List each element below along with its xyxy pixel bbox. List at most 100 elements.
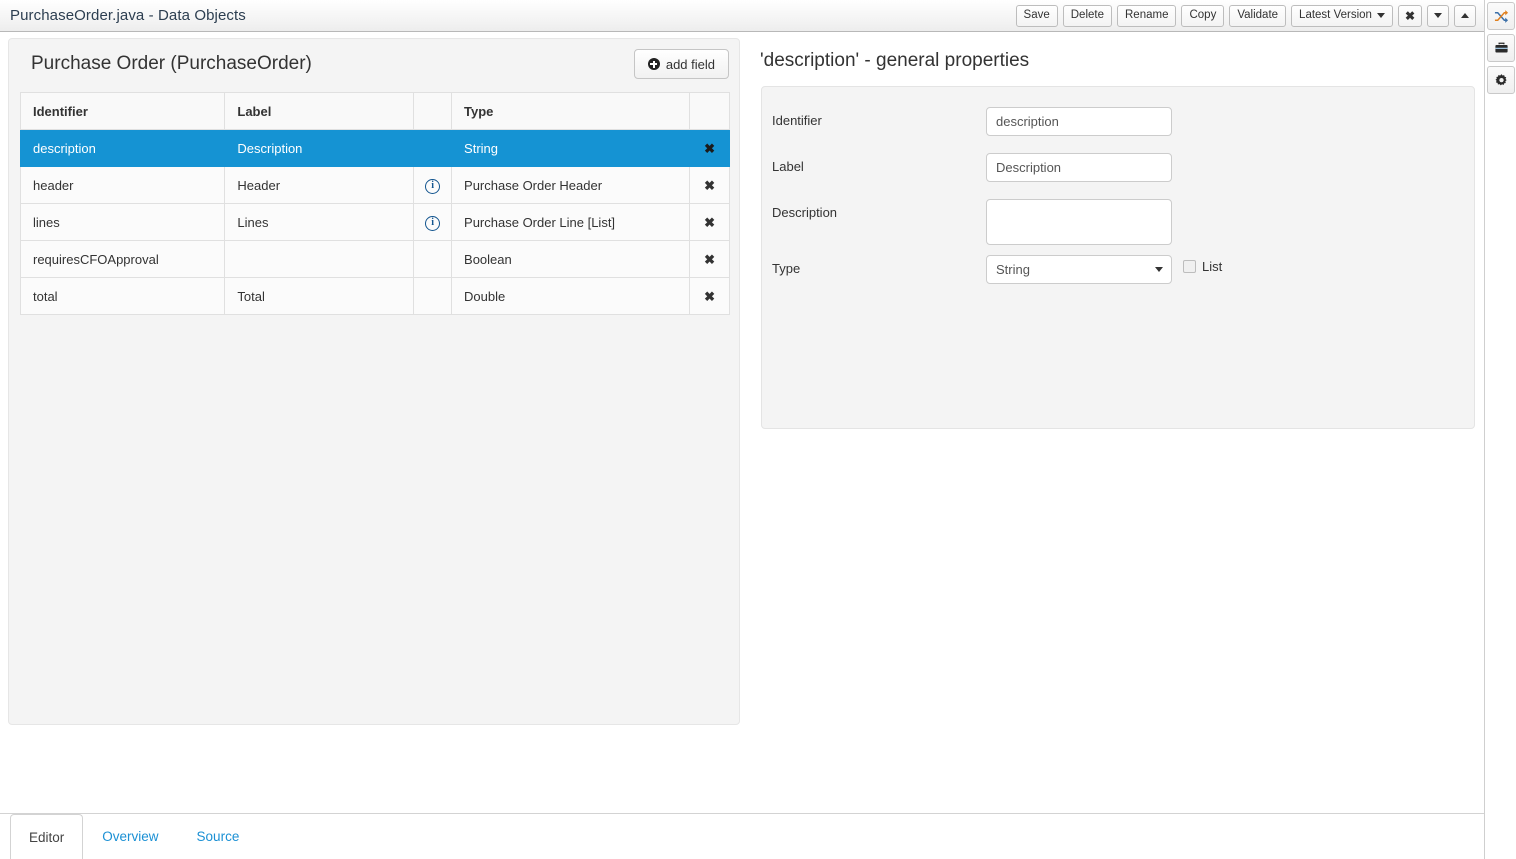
collapse-button[interactable]	[1454, 5, 1476, 27]
table-header-row: Identifier Label Type	[21, 93, 730, 130]
version-dropdown-label: Latest Version	[1299, 10, 1372, 22]
page-title: Purchase Order (PurchaseOrder)	[31, 53, 312, 75]
cell-type: String	[452, 130, 690, 167]
type-select-wrapper: String	[986, 255, 1172, 284]
plus-circle-icon	[648, 58, 660, 70]
label-label: Label	[762, 153, 986, 174]
cell-label: Header	[225, 167, 414, 204]
cell-label: Description	[225, 130, 414, 167]
fields-table: Identifier Label Type descriptionDescrip…	[20, 92, 730, 315]
description-textarea[interactable]	[986, 199, 1172, 245]
window-title: PurchaseOrder.java - Data Objects	[10, 7, 246, 24]
bottom-tab-bar: Editor Overview Source	[0, 813, 1484, 859]
table-row[interactable]: requiresCFOApproval Boolean ✖	[21, 241, 730, 278]
cell-actions: ✖	[690, 241, 730, 278]
table-row[interactable]: totalTotal Double ✖	[21, 278, 730, 315]
shuffle-panel-button[interactable]	[1487, 2, 1515, 30]
cell-actions: ✖	[690, 204, 730, 241]
toolbox-panel-button[interactable]	[1487, 34, 1515, 62]
cell-actions: ✖	[690, 130, 730, 167]
label-input[interactable]	[986, 153, 1172, 182]
chevron-up-icon	[1461, 13, 1469, 18]
tab-editor[interactable]: Editor	[10, 814, 83, 859]
fields-panel-header: Purchase Order (PurchaseOrder) add field	[9, 39, 739, 95]
description-label: Description	[762, 199, 986, 220]
list-checkbox-label: List	[1202, 259, 1222, 274]
save-button[interactable]: Save	[1016, 5, 1058, 27]
cell-label	[225, 241, 414, 278]
cell-actions: ✖	[690, 167, 730, 204]
column-header-info	[414, 93, 452, 130]
general-properties-box: Identifier Label Description Type String	[761, 86, 1475, 429]
version-dropdown[interactable]: Latest Version	[1291, 5, 1393, 27]
table-row[interactable]: linesLinesi Purchase Order Line [List] ✖	[21, 204, 730, 241]
cell-info	[414, 241, 452, 278]
close-button[interactable]: ✖	[1398, 5, 1422, 27]
identifier-row: Identifier	[762, 107, 1474, 136]
description-row: Description	[762, 199, 1474, 245]
identifier-input[interactable]	[986, 107, 1172, 136]
identifier-label: Identifier	[762, 107, 986, 128]
properties-panel: 'description' - general properties Ident…	[752, 38, 1476, 727]
right-icon-rail	[1484, 0, 1516, 859]
list-checkbox-group: List	[1183, 255, 1222, 274]
type-select[interactable]: String	[986, 255, 1172, 284]
label-row: Label	[762, 153, 1474, 182]
delete-field-icon[interactable]: ✖	[704, 253, 715, 266]
column-header-actions	[690, 93, 730, 130]
cell-label: Lines	[225, 204, 414, 241]
properties-title: 'description' - general properties	[760, 50, 1029, 72]
cell-info: i	[414, 204, 452, 241]
cell-actions: ✖	[690, 278, 730, 315]
more-dropdown-button[interactable]	[1427, 5, 1449, 27]
cell-label: Total	[225, 278, 414, 315]
cell-info	[414, 130, 452, 167]
delete-field-icon[interactable]: ✖	[704, 290, 715, 303]
cell-type: Purchase Order Header	[452, 167, 690, 204]
add-field-button[interactable]: add field	[634, 49, 729, 79]
editor-content-area: Purchase Order (PurchaseOrder) add field…	[0, 33, 1484, 813]
shuffle-icon	[1494, 9, 1509, 24]
delete-field-icon[interactable]: ✖	[704, 142, 715, 155]
delete-field-icon[interactable]: ✖	[704, 179, 715, 192]
table-row[interactable]: descriptionDescription String ✖	[21, 130, 730, 167]
data-objects-editor-window: PurchaseOrder.java - Data Objects Save D…	[0, 0, 1516, 859]
rename-button[interactable]: Rename	[1117, 5, 1176, 27]
info-icon[interactable]: i	[425, 179, 440, 194]
copy-button[interactable]: Copy	[1181, 5, 1224, 27]
delete-button[interactable]: Delete	[1063, 5, 1112, 27]
cell-identifier: description	[21, 130, 225, 167]
tab-overview[interactable]: Overview	[83, 813, 177, 859]
title-bar-toolbar: Save Delete Rename Copy Validate Latest …	[1016, 5, 1484, 27]
cell-identifier: header	[21, 167, 225, 204]
column-header-label: Label	[225, 93, 414, 130]
cell-info	[414, 278, 452, 315]
gear-icon	[1494, 73, 1509, 88]
cell-identifier: total	[21, 278, 225, 315]
cell-type: Double	[452, 278, 690, 315]
settings-panel-button[interactable]	[1487, 66, 1515, 94]
list-checkbox[interactable]	[1183, 260, 1196, 273]
type-row: Type String List	[762, 255, 1474, 284]
table-row[interactable]: headerHeaderi Purchase Order Header ✖	[21, 167, 730, 204]
chevron-down-icon	[1434, 13, 1442, 18]
cell-identifier: lines	[21, 204, 225, 241]
validate-button[interactable]: Validate	[1229, 5, 1286, 27]
column-header-identifier: Identifier	[21, 93, 225, 130]
fields-table-body: descriptionDescriptionString✖headerHeade…	[21, 130, 730, 315]
title-bar: PurchaseOrder.java - Data Objects Save D…	[0, 0, 1484, 32]
chevron-down-icon	[1377, 13, 1385, 18]
cell-identifier: requiresCFOApproval	[21, 241, 225, 278]
type-label: Type	[762, 255, 986, 276]
info-icon[interactable]: i	[425, 216, 440, 231]
add-field-label: add field	[666, 57, 715, 72]
cell-type: Purchase Order Line [List]	[452, 204, 690, 241]
tab-source[interactable]: Source	[178, 813, 259, 859]
fields-table-header: Identifier Label Type	[21, 93, 730, 130]
cell-info: i	[414, 167, 452, 204]
delete-field-icon[interactable]: ✖	[704, 216, 715, 229]
cell-type: Boolean	[452, 241, 690, 278]
briefcase-icon	[1494, 41, 1509, 56]
fields-panel: Purchase Order (PurchaseOrder) add field…	[8, 38, 740, 725]
column-header-type: Type	[452, 93, 690, 130]
